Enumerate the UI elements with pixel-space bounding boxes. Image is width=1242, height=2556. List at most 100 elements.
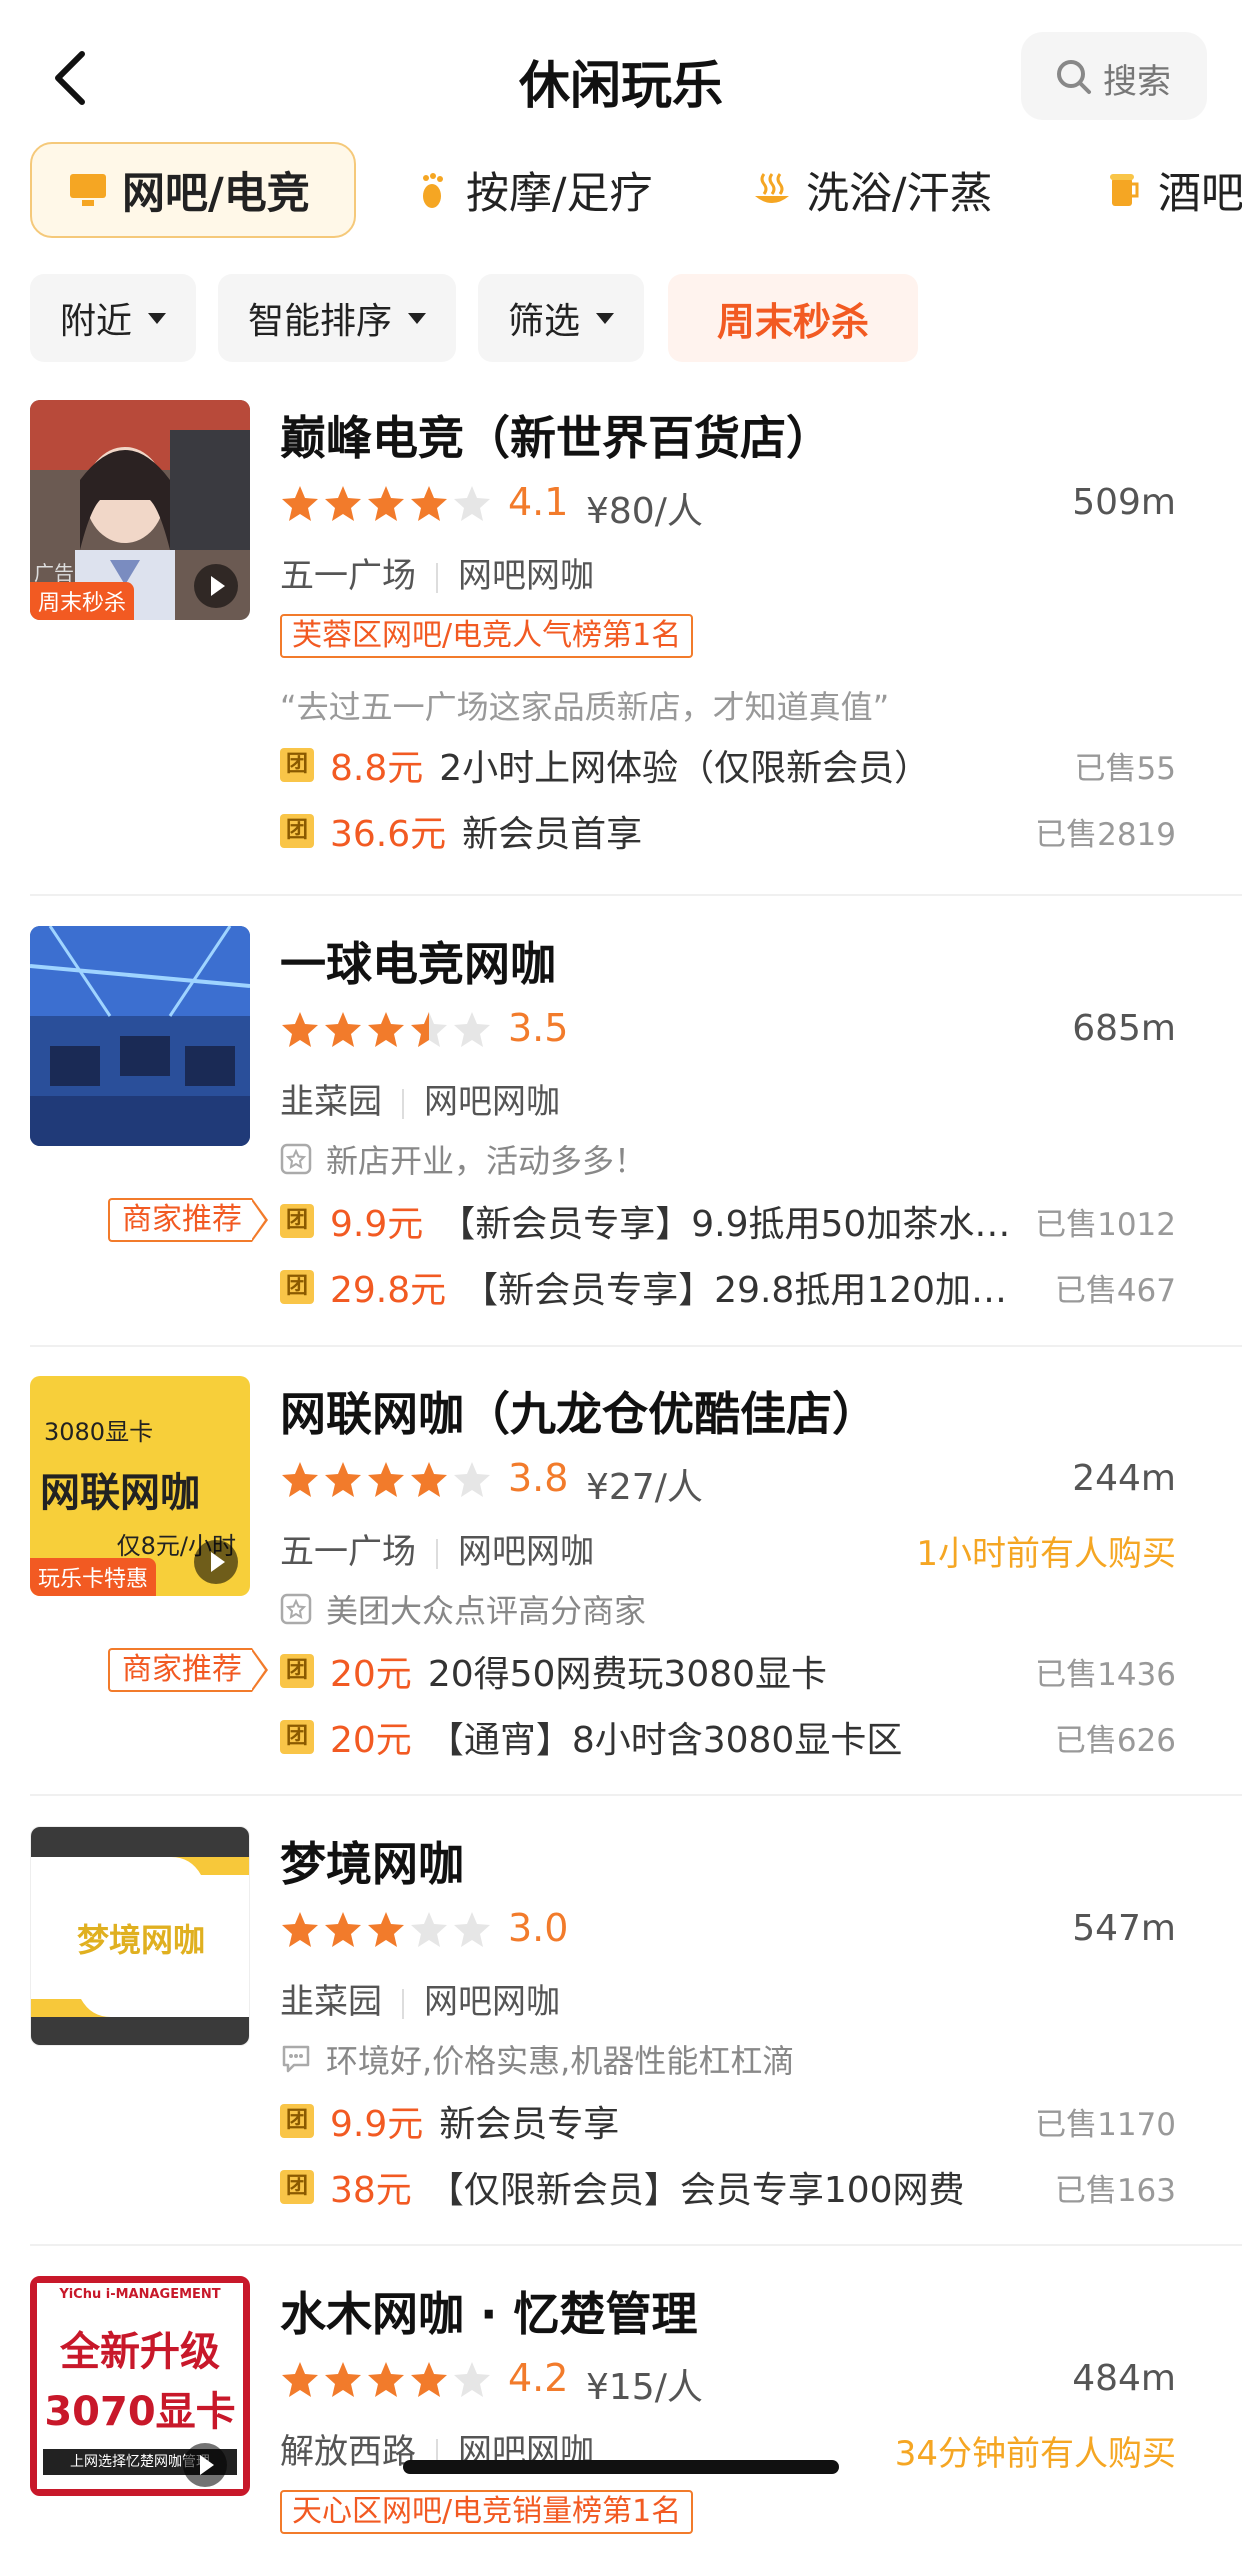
star-empty-icon [454,486,490,521]
filter-button[interactable]: 筛选 [478,274,644,362]
caret-down-icon [596,312,614,324]
divider [402,1088,404,1119]
tab-bar[interactable]: 酒吧 [1104,142,1242,238]
home-indicator [403,2460,839,2474]
shop-card[interactable]: YiChu i-MANAGEMENT 全新升级 3070显卡 上网选择忆楚网咖管… [0,2276,1242,2556]
shop-card[interactable]: 3080显卡 网联网咖 仅8元/小时 玩乐卡特惠 网联网咖（九龙仓优酷佳店） 3… [0,1376,1242,1796]
area-label: 五一广场 [280,1532,416,1572]
star-filled-icon [282,1912,318,1947]
avg-price: ¥27/人 [586,1467,703,1508]
star-filled-icon [282,1012,318,1047]
star-filled-icon [325,1462,361,1497]
sold-count: 已售55 [1074,750,1176,787]
beer-icon [1110,174,1139,206]
tab-internet-cafe[interactable]: 网吧/电竞 [30,142,356,238]
star-filled-icon [411,1462,447,1497]
deal-title: 20得50网费玩3080显卡 [427,1654,828,1695]
deal-title: 新会员专享 [439,2104,620,2145]
filter-label: 筛选 [507,301,580,342]
merchant-recommend-badge: 商家推荐 [108,1648,268,1692]
divider [30,894,1242,896]
group-buy-icon: 团 [280,2104,314,2138]
rating-stars [280,2360,495,2400]
star-empty-icon [411,1912,447,1947]
recent-purchase: 1小时前有人购买 [916,1534,1176,1574]
deal-title: 新会员首享 [462,814,643,855]
shop-name[interactable]: 一球电竞网咖 [280,928,556,994]
thumb-headline: 全新升级 [60,2329,220,2375]
area-label: 五一广场 [280,556,416,596]
play-icon[interactable] [183,2443,227,2487]
star-filled-icon [325,2362,361,2397]
rating-score: 4.1 [508,480,569,524]
group-buy-icon: 团 [280,748,314,782]
deal-price: 36.6元 [330,814,447,855]
deal-row[interactable]: 团 36.6元 新会员首享 已售2819 [280,808,1176,855]
deal-row[interactable]: 团 20元 20得50网费玩3080显卡 已售1436 [280,1648,1176,1695]
shop-card[interactable]: 梦境网咖 梦境网咖 3.0 547m 韭菜园 网吧网咖 环境好,价格实惠,机器性能… [0,1826,1242,2246]
rating-score: 4.2 [508,2356,569,2400]
recent-purchase: 34分钟前有人购买 [894,2434,1176,2474]
deal-row[interactable]: 团 38元 【仅限新会员】会员专享100网费 已售163 [280,2164,1176,2211]
foot-icon [423,173,443,208]
distance: 484m [1072,2358,1176,2399]
deal-row[interactable]: 团 9.9元 【新会员专享】9.9抵用50加茶水… 已售1012 [280,1198,1176,1245]
shop-card[interactable]: 广告 周末秒杀 巅峰电竞（新世界百货店） 4.1 ¥80/人 509m 五一广场… [0,400,1242,880]
shop-card[interactable]: 一球电竞网咖 3.5 685m 韭菜园 网吧网咖 新店开业，活动多多！ 商家推荐 … [0,926,1242,1346]
tab-bath[interactable]: 洗浴/汗蒸 [752,142,993,238]
tab-massage[interactable]: 按摩/足疗 [412,142,653,238]
group-buy-icon: 团 [280,2170,314,2204]
star-filled-icon [368,1912,404,1947]
shop-thumbnail[interactable]: 3080显卡 网联网咖 仅8元/小时 玩乐卡特惠 [30,1376,250,1596]
divider [436,562,438,593]
rating-score: 3.5 [508,1006,569,1050]
category-label: 网吧网咖 [458,556,594,596]
nearby-filter[interactable]: 附近 [30,274,196,362]
shop-area-category: 韭菜园 网吧网咖 [280,1974,560,2023]
nearby-label: 附近 [59,301,132,342]
shop-name[interactable]: 梦境网咖 [280,1828,464,1894]
tab-label: 酒吧 [1158,169,1242,219]
shop-thumbnail[interactable]: 梦境网咖 [30,1826,250,2046]
shop-area-category: 五一广场 网吧网咖 [280,1524,594,1573]
shop-thumbnail[interactable]: 广告 周末秒杀 [30,400,250,620]
star-empty-icon [454,1012,490,1047]
thumb-gpu-text: 3080显卡 [44,1418,154,1446]
star-half-icon [411,1012,447,1047]
promo-label: 周末秒杀 [716,299,869,344]
rating-stars [280,1460,495,1500]
thumb-promo-badge: 玩乐卡特惠 [30,1558,157,1596]
play-icon[interactable] [194,564,238,608]
ranking-badge[interactable]: 天心区网吧/电竞销量榜第1名 [280,2490,694,2534]
feature-text: 美团大众点评高分商家 [326,1592,647,1630]
monitor-icon [70,174,106,206]
star-empty-icon [454,1462,490,1497]
star-filled-icon [282,2362,318,2397]
ranking-badge[interactable]: 芙蓉区网吧/电竞人气榜第1名 [280,614,694,658]
sort-filter[interactable]: 智能排序 [218,274,456,362]
deal-row[interactable]: 团 20元 【通宵】8小时含3080显卡区 已售626 [280,1714,1176,1761]
star-filled-icon [411,2362,447,2397]
divider [30,2244,1242,2246]
shop-name[interactable]: 巅峰电竞（新世界百货店） [280,402,832,468]
shop-thumbnail[interactable] [30,926,250,1146]
play-icon[interactable] [194,1540,238,1584]
deal-row[interactable]: 团 29.8元 【新会员专享】29.8抵用120加茶… 已售467 [280,1264,1176,1311]
caret-down-icon [408,312,426,324]
shop-thumbnail[interactable]: YiChu i-MANAGEMENT 全新升级 3070显卡 上网选择忆楚网咖管… [30,2276,250,2496]
star-filled-icon [282,1462,318,1497]
divider [30,1345,1242,1347]
filter-bar: 附近 智能排序 筛选 周末秒杀 [0,274,1242,364]
star-filled-icon [325,1012,361,1047]
deal-row[interactable]: 团 8.8元 2小时上网体验（仅限新会员） 已售55 [280,742,1176,789]
tab-label: 网吧/电竞 [122,169,310,219]
deal-row[interactable]: 团 9.9元 新会员专享 已售1170 [280,2098,1176,2145]
top-bar: 休闲玩乐 搜索 [0,0,1242,140]
shop-name[interactable]: 网联网咖（九龙仓优酷佳店） [280,1378,878,1444]
weekend-flash-sale-filter[interactable]: 周末秒杀 [668,274,918,362]
shop-name[interactable]: 水木网咖 · 忆楚管理 [280,2278,698,2344]
search-label: 搜索 [1103,62,1171,102]
search-button[interactable]: 搜索 [1021,32,1207,120]
tab-label: 按摩/足疗 [466,169,653,219]
thumb-brand-text: 网联网咖 [40,1470,200,1516]
